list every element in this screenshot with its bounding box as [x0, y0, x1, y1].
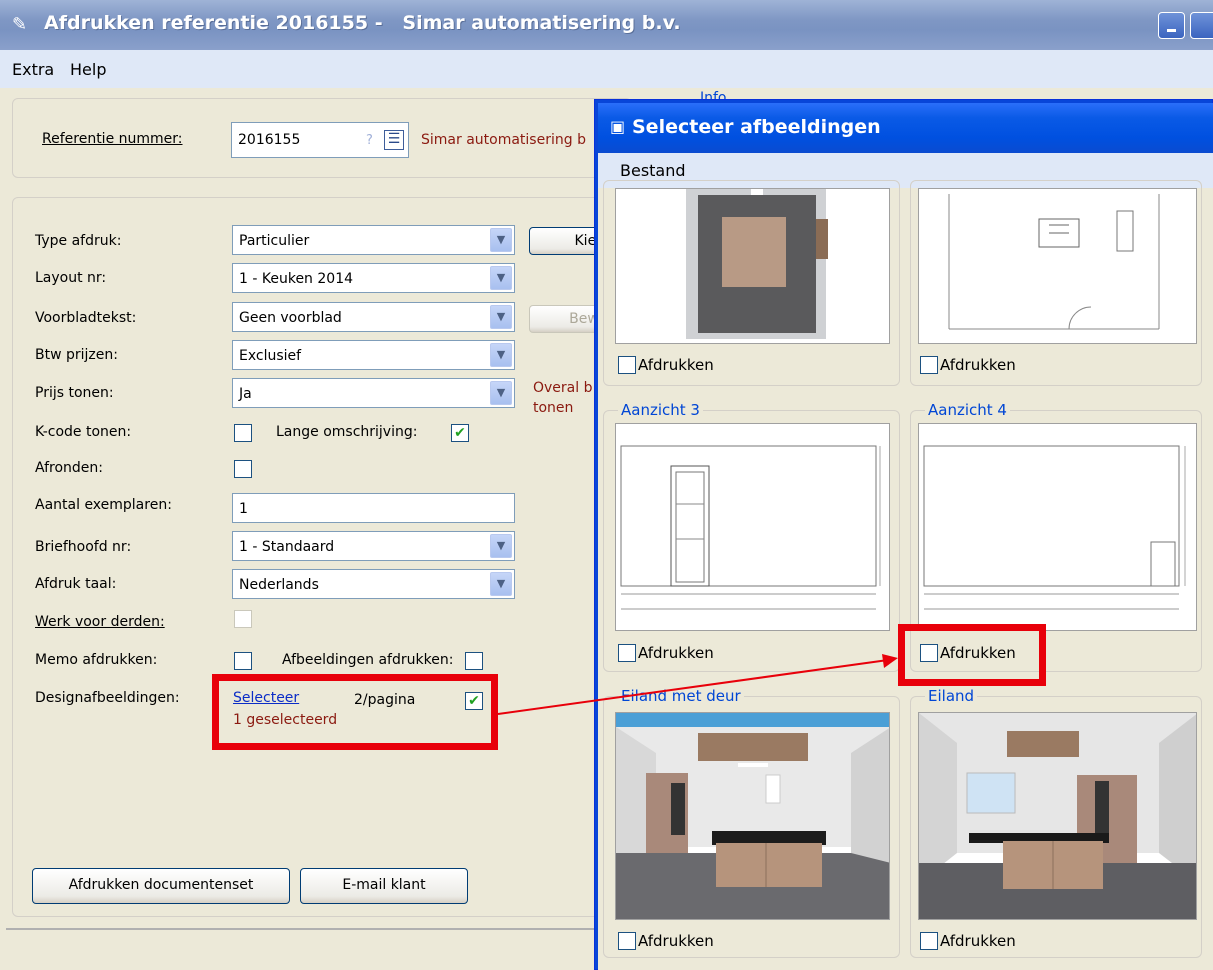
werk-voor-derden-checkbox[interactable]: [234, 610, 252, 628]
chevron-down-icon[interactable]: ▼: [490, 305, 512, 329]
referentie-input[interactable]: 2016155 ? ☰: [231, 122, 409, 158]
afdruk-taal-select[interactable]: Nederlands ▼: [232, 569, 515, 599]
main-title-bar[interactable]: ✎ Afdrukken referentie 2016155 - Simar a…: [0, 0, 1213, 50]
chevron-down-icon[interactable]: ▼: [490, 228, 512, 252]
memo-afdrukken-checkbox[interactable]: [234, 652, 252, 670]
email-klant-button[interactable]: E-mail klant: [300, 868, 468, 904]
prijs-tonen-label: Prijs tonen:: [35, 385, 114, 401]
panel-label: Eiland: [925, 687, 978, 705]
afronden-label: Afronden:: [35, 460, 103, 476]
tonen-text: tonen: [533, 400, 574, 416]
annotation-arrow: [497, 654, 898, 715]
aantal-exemplaren-label: Aantal exemplaren:: [35, 497, 172, 513]
briefhoofd-select[interactable]: 1 - Standaard ▼: [232, 531, 515, 561]
layout-nr-select[interactable]: 1 - Keuken 2014 ▼: [232, 263, 515, 293]
list-icon[interactable]: ☰: [384, 130, 404, 150]
image-thumbnail[interactable]: [918, 712, 1197, 920]
print-checkbox[interactable]: [618, 932, 636, 950]
afronden-checkbox[interactable]: [234, 460, 252, 478]
panel-label: Aanzicht 4: [925, 401, 1010, 419]
print-label: Afdrukken: [940, 356, 1016, 374]
minimize-button[interactable]: [1158, 12, 1185, 39]
question-icon[interactable]: ?: [366, 133, 373, 148]
type-afdruk-select[interactable]: Particulier ▼: [232, 225, 515, 255]
afbeeldingen-afdrukken-label: Afbeeldingen afdrukken:: [282, 652, 454, 668]
print-label: Afdrukken: [638, 932, 714, 950]
voorbladtekst-label: Voorbladtekst:: [35, 310, 137, 326]
print-checkbox[interactable]: [618, 356, 636, 374]
referentie-label: Referentie nummer:: [42, 131, 183, 147]
voorbladtekst-select[interactable]: Geen voorblad ▼: [232, 302, 515, 332]
afdruk-taal-label: Afdruk taal:: [35, 576, 117, 592]
lange-omschrijving-label: Lange omschrijving:: [276, 424, 418, 440]
menu-extra[interactable]: Extra: [12, 60, 54, 79]
chevron-down-icon[interactable]: ▼: [490, 534, 512, 558]
briefhoofd-label: Briefhoofd nr:: [35, 539, 132, 555]
image-thumbnail[interactable]: [918, 188, 1197, 344]
print-label: Afdrukken: [940, 932, 1016, 950]
image-thumbnail[interactable]: [615, 188, 890, 344]
chevron-down-icon[interactable]: ▼: [490, 266, 512, 290]
image-thumbnail[interactable]: [615, 423, 890, 631]
overal-text: Overal b: [533, 380, 593, 396]
chevron-down-icon[interactable]: ▼: [490, 343, 512, 367]
menu-help[interactable]: Help: [70, 60, 106, 79]
panel-label: Aanzicht 3: [618, 401, 703, 419]
print-label: Afdrukken: [638, 356, 714, 374]
werk-voor-derden-label: Werk voor derden:: [35, 614, 165, 630]
print-checkbox[interactable]: [920, 932, 938, 950]
afdrukken-documentenset-button[interactable]: Afdrukken documentenset: [32, 868, 290, 904]
afbeeldingen-afdrukken-checkbox[interactable]: [465, 652, 483, 670]
layout-nr-label: Layout nr:: [35, 270, 107, 286]
image-thumbnail[interactable]: [615, 712, 890, 920]
window-title: Afdrukken referentie 2016155 - Simar aut…: [44, 12, 681, 34]
window-bottom-edge: [6, 928, 596, 930]
dialog-icon: ▣: [610, 117, 626, 136]
minimize-icon: [1167, 29, 1176, 32]
chevron-down-icon[interactable]: ▼: [490, 572, 512, 596]
print-checkbox[interactable]: [920, 356, 938, 374]
kitchen-render-image: [919, 713, 1196, 919]
image-thumbnail[interactable]: [918, 423, 1197, 631]
floorplan-2d-image: [919, 189, 1196, 343]
btw-prijzen-label: Btw prijzen:: [35, 347, 118, 363]
menu-bestand[interactable]: Bestand: [620, 161, 686, 180]
kitchen-render-image: [616, 713, 889, 919]
aantal-exemplaren-input[interactable]: 1: [232, 493, 515, 523]
floorplan-3d-image: [616, 189, 889, 343]
k-code-label: K-code tonen:: [35, 424, 132, 440]
menu-bar: Extra Help: [0, 50, 1213, 88]
company-name: Simar automatisering b: [421, 132, 586, 148]
prijs-tonen-select[interactable]: Ja ▼: [232, 378, 515, 408]
maximize-button[interactable]: [1190, 12, 1213, 39]
annotation-box-right: [898, 624, 1046, 686]
designafbeeldingen-label: Designafbeeldingen:: [35, 690, 180, 706]
dialog-title: Selecteer afbeeldingen: [632, 116, 881, 138]
type-afdruk-label: Type afdruk:: [35, 233, 122, 249]
memo-afdrukken-label: Memo afdrukken:: [35, 652, 158, 668]
elevation-image: [616, 424, 889, 630]
dialog-title-bar[interactable]: ▣ Selecteer afbeeldingen: [598, 103, 1213, 153]
btw-prijzen-select[interactable]: Exclusief ▼: [232, 340, 515, 370]
elevation-image: [919, 424, 1196, 630]
chevron-down-icon[interactable]: ▼: [490, 381, 512, 405]
k-code-checkbox[interactable]: [234, 424, 252, 442]
annotation-box-left: [212, 674, 498, 750]
lange-omschrijving-checkbox[interactable]: ✔: [451, 424, 469, 442]
app-icon: ✎: [12, 14, 28, 35]
